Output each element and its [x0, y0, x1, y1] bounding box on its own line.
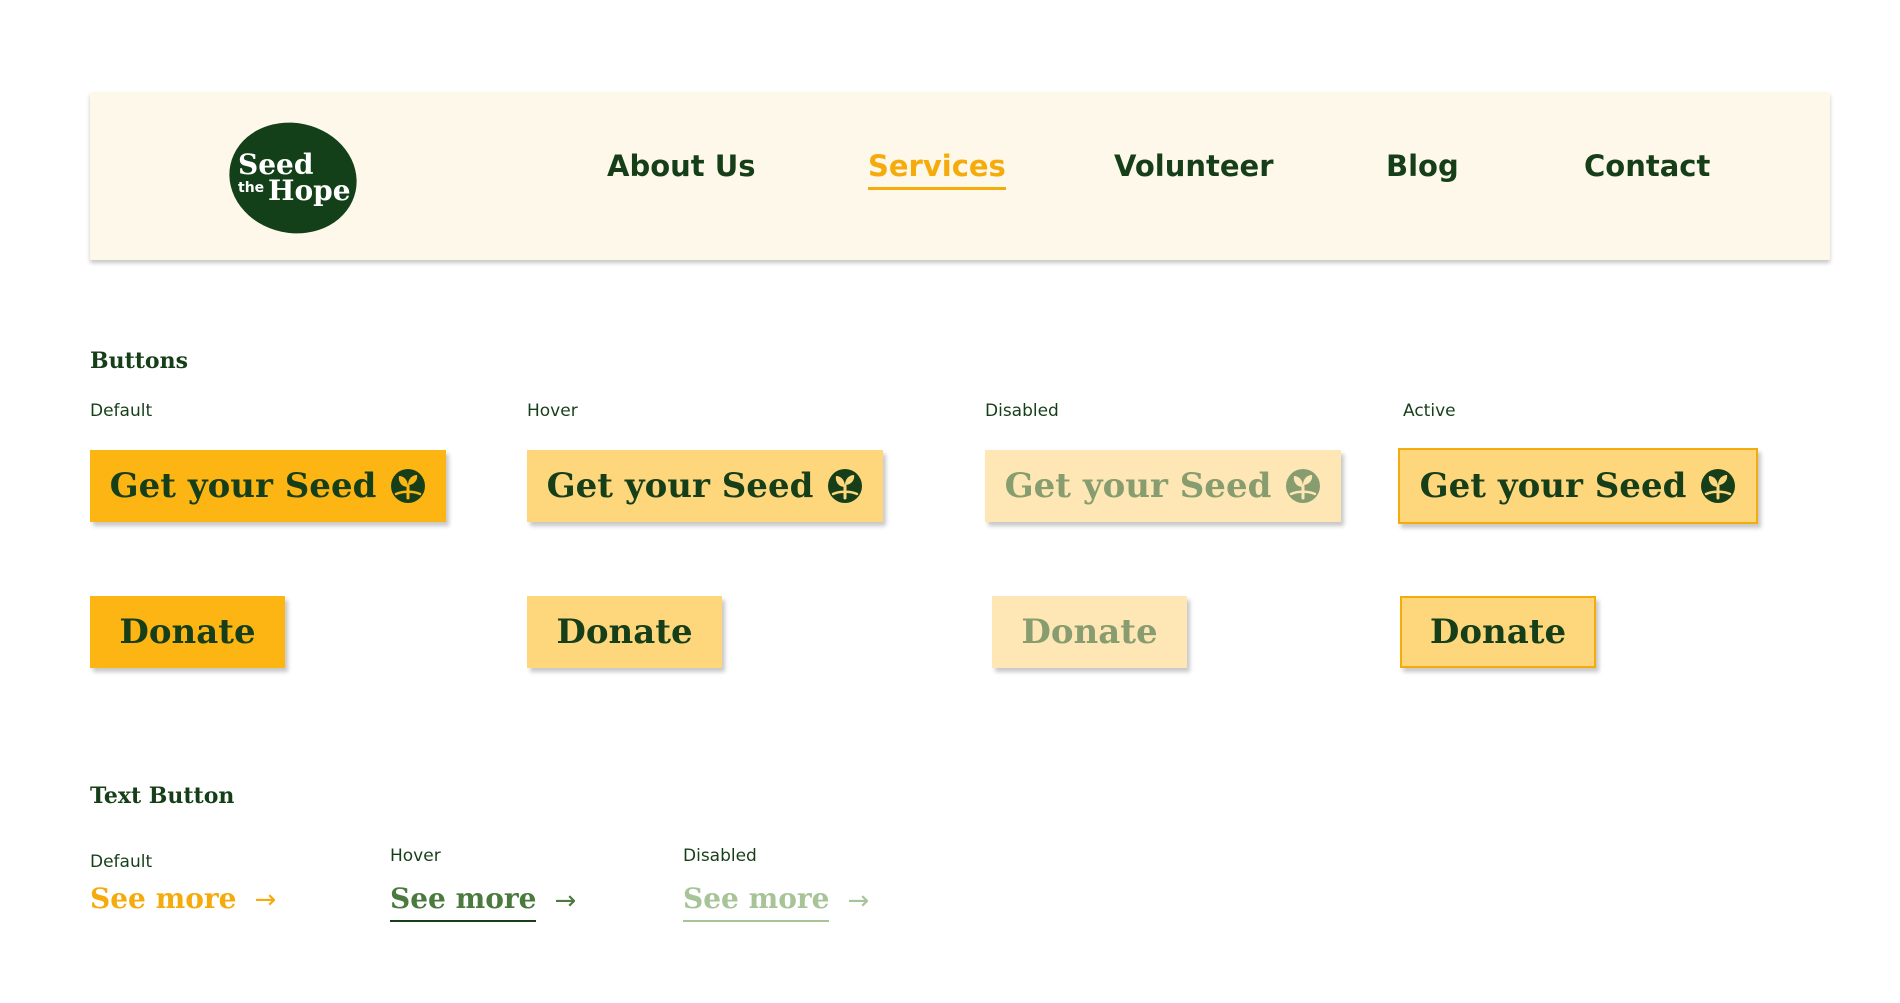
- state-label-active: Active: [1403, 401, 1456, 421]
- state-label-hover: Hover: [527, 401, 578, 421]
- get-your-seed-button-hover[interactable]: Get your Seed: [527, 450, 883, 522]
- text-state-label-hover: Hover: [390, 846, 441, 866]
- get-your-seed-button-default[interactable]: Get your Seed: [90, 450, 446, 522]
- get-your-seed-button-active[interactable]: Get your Seed: [1398, 448, 1758, 524]
- seed-icon: [828, 469, 863, 503]
- get-your-seed-label: Get your Seed: [109, 466, 377, 506]
- see-more-label: See more: [683, 880, 830, 922]
- logo-text-the: the: [238, 180, 264, 196]
- see-more-button-hover[interactable]: See more →: [390, 880, 576, 922]
- seed-the-hope-logo[interactable]: Seed the Hope: [228, 122, 358, 234]
- arrow-right-icon: →: [847, 886, 870, 916]
- nav-item-about-us[interactable]: About Us: [607, 146, 756, 186]
- get-your-seed-label: Get your Seed: [1419, 466, 1687, 506]
- get-your-seed-label: Get your Seed: [1004, 466, 1272, 506]
- nav-item-volunteer[interactable]: Volunteer: [1114, 146, 1274, 186]
- see-more-label: See more: [390, 880, 537, 922]
- text-button-section-title: Text Button: [90, 783, 235, 809]
- state-label-disabled: Disabled: [985, 401, 1059, 421]
- logo-mark: Seed the Hope: [229, 122, 357, 234]
- arrow-right-icon: →: [254, 885, 277, 915]
- state-label-default: Default: [90, 401, 153, 421]
- see-more-button-default[interactable]: See more →: [90, 880, 276, 920]
- donate-button-disabled[interactable]: Donate: [992, 596, 1187, 668]
- seed-icon: [1286, 469, 1321, 503]
- donate-button-active[interactable]: Donate: [1400, 596, 1596, 668]
- navigation-bar: Seed the Hope About Us Services Voluntee…: [90, 92, 1830, 260]
- nav-item-blog[interactable]: Blog: [1386, 146, 1459, 186]
- nav-item-services[interactable]: Services: [868, 146, 1006, 190]
- get-your-seed-button-disabled[interactable]: Get your Seed: [985, 450, 1341, 522]
- get-your-seed-label: Get your Seed: [546, 466, 814, 506]
- see-more-button-disabled[interactable]: See more →: [683, 880, 869, 922]
- text-state-label-disabled: Disabled: [683, 846, 757, 866]
- logo-text-hope: Hope: [268, 174, 351, 207]
- donate-button-default[interactable]: Donate: [90, 596, 285, 668]
- seed-icon: [391, 469, 426, 503]
- nav-item-contact[interactable]: Contact: [1584, 146, 1710, 186]
- see-more-label: See more: [90, 882, 237, 915]
- text-state-label-default: Default: [90, 852, 153, 872]
- donate-button-hover[interactable]: Donate: [527, 596, 722, 668]
- arrow-right-icon: →: [554, 886, 577, 916]
- seed-icon: [1701, 469, 1736, 503]
- buttons-section-title: Buttons: [90, 348, 188, 374]
